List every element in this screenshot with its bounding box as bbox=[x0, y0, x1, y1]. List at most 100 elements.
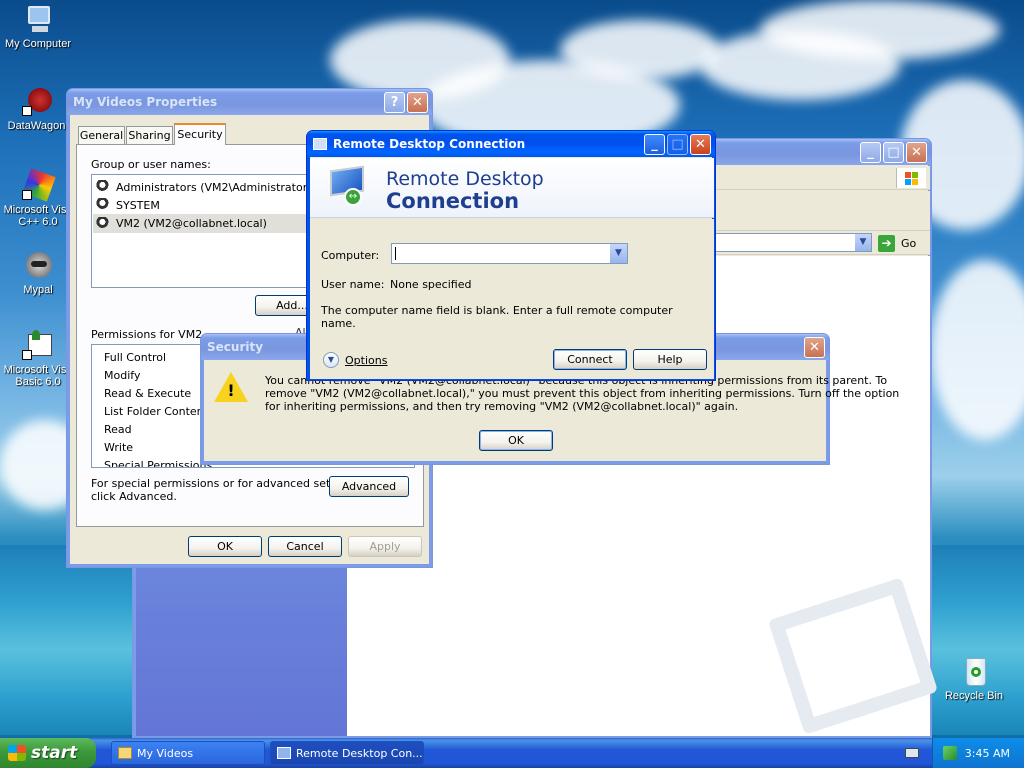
clock[interactable]: 3:45 AM bbox=[965, 747, 1010, 760]
permission-item: List Folder Contents bbox=[104, 405, 214, 418]
recycle-bin-icon bbox=[958, 656, 990, 688]
options-expand-icon: ▼ bbox=[323, 352, 339, 368]
rdc-icon bbox=[277, 747, 291, 759]
tab-label: Security bbox=[177, 128, 223, 141]
visual-cpp-icon bbox=[22, 168, 56, 202]
close-icon[interactable]: ✕ bbox=[407, 91, 428, 113]
help-button[interactable]: Help bbox=[633, 349, 707, 370]
keyboard-icon[interactable] bbox=[905, 748, 919, 758]
tab-label: Sharing bbox=[128, 129, 171, 142]
rdc-title-icon bbox=[313, 138, 327, 150]
permission-item: Full Control bbox=[104, 351, 167, 364]
desktop-icon-label: Mypal bbox=[23, 284, 53, 296]
add-button-label: Add... bbox=[276, 299, 308, 312]
go-label: Go bbox=[901, 236, 917, 250]
desktop-icon-visual-cpp[interactable]: Microsoft Visu C++ 6.0 bbox=[0, 168, 76, 228]
taskbar: start My Videos Remote Desktop Con... 3:… bbox=[0, 738, 1024, 768]
chevron-down-icon[interactable]: ▼ bbox=[855, 234, 871, 251]
user-name-label: User name: bbox=[321, 278, 385, 291]
desktop-icon-label: Microsoft Visu Basic 6.0 bbox=[3, 364, 73, 388]
desktop-icon-mypal[interactable]: Mypal bbox=[0, 250, 76, 296]
security-ok-label: OK bbox=[508, 434, 524, 447]
connect-button[interactable]: Connect bbox=[553, 349, 627, 370]
taskbar-item-label: My Videos bbox=[137, 746, 194, 760]
close-icon[interactable]: ✕ bbox=[906, 141, 927, 163]
list-item-label: Administrators (VM2\Administrators) bbox=[116, 180, 318, 194]
taskbar-item-label: Remote Desktop Con... bbox=[296, 746, 423, 760]
user-name-value: None specified bbox=[390, 278, 472, 291]
warning-icon-mark: ! bbox=[227, 381, 235, 400]
list-item-label: VM2 (VM2@collabnet.local) bbox=[116, 217, 267, 230]
tab-general[interactable]: General bbox=[78, 126, 125, 144]
security-message-line-2: remove "VM2 (VM2@collabnet.local)," you … bbox=[265, 387, 900, 400]
security-message-line-3: for inheriting permissions, and then try… bbox=[265, 400, 739, 413]
users-icon bbox=[96, 198, 112, 212]
desktop-icon-datawagon[interactable]: DataWagon. bbox=[0, 86, 76, 132]
advanced-button-label: Advanced bbox=[341, 480, 397, 493]
advanced-text-2: click Advanced. bbox=[91, 490, 177, 503]
users-icon bbox=[96, 180, 112, 194]
desktop-icon-label: My Computer bbox=[4, 38, 72, 50]
info-line-2: name. bbox=[321, 317, 356, 330]
tab-label: General bbox=[79, 129, 124, 142]
minimize-icon[interactable]: _ bbox=[644, 133, 665, 155]
rdc-banner-line-2: Connection bbox=[386, 189, 520, 213]
desktop-icon-label: Microsoft Visu C++ 6.0 bbox=[3, 204, 73, 228]
chevron-down-icon[interactable]: ▼ bbox=[610, 244, 627, 263]
list-item[interactable]: SYSTEM bbox=[96, 196, 160, 214]
mypal-icon bbox=[22, 250, 54, 282]
text-caret bbox=[395, 247, 396, 260]
start-button[interactable]: start bbox=[0, 738, 96, 768]
datawagon-icon bbox=[22, 86, 54, 118]
permission-item: Modify bbox=[104, 369, 141, 382]
options-label: Options bbox=[345, 353, 388, 367]
properties-title: My Videos Properties bbox=[73, 95, 218, 109]
apply-button-label: Apply bbox=[369, 540, 401, 553]
permission-item: Read & Execute bbox=[104, 387, 192, 400]
start-label: start bbox=[31, 743, 78, 763]
tab-security[interactable]: Security bbox=[174, 123, 226, 145]
close-icon[interactable]: ✕ bbox=[690, 133, 711, 155]
apply-button[interactable]: Apply bbox=[348, 536, 422, 557]
permissions-label: Permissions for VM2 bbox=[91, 328, 203, 341]
properties-titlebar: My Videos Properties ? ✕ bbox=[67, 89, 432, 115]
permission-item: Read bbox=[104, 423, 132, 436]
system-tray: 3:45 AM bbox=[932, 738, 1024, 768]
network-icon[interactable] bbox=[943, 746, 957, 760]
cancel-button[interactable]: Cancel bbox=[268, 536, 342, 557]
user-icon bbox=[96, 216, 112, 231]
tab-sharing[interactable]: Sharing bbox=[126, 126, 173, 144]
rdc-banner: ↔ Remote Desktop Connection bbox=[310, 158, 714, 218]
permission-item: Special Permissions bbox=[104, 459, 213, 468]
security-ok-button[interactable]: OK bbox=[479, 430, 553, 451]
visual-basic-icon bbox=[22, 330, 54, 362]
go-button[interactable]: ➔ Go bbox=[878, 234, 916, 252]
connect-button-label: Connect bbox=[567, 353, 613, 366]
desktop-icon-recycle-bin[interactable]: Recycle Bin bbox=[936, 656, 1012, 702]
rdc-title: Remote Desktop Connection bbox=[333, 137, 526, 151]
filmstrip-watermark bbox=[767, 577, 939, 735]
minimize-icon[interactable]: _ bbox=[860, 141, 881, 163]
desktop-icon-my-computer[interactable]: My Computer bbox=[0, 4, 76, 50]
desktop-icon-visual-basic[interactable]: Microsoft Visu Basic 6.0 bbox=[0, 330, 76, 388]
maximize-icon[interactable]: □ bbox=[883, 141, 904, 163]
group-label: Group or user names: bbox=[91, 158, 211, 171]
rdc-window: Remote Desktop Connection _ □ ✕ ↔ Remote… bbox=[306, 130, 716, 381]
list-item[interactable]: Administrators (VM2\Administrators) bbox=[96, 178, 317, 196]
help-button-label: Help bbox=[657, 353, 683, 366]
go-arrow-icon: ➔ bbox=[878, 234, 895, 252]
ok-button-label: OK bbox=[217, 540, 233, 553]
windows-logo-icon bbox=[896, 168, 926, 188]
rdc-banner-line-1: Remote Desktop bbox=[386, 168, 544, 190]
advanced-button[interactable]: Advanced bbox=[329, 476, 409, 497]
maximize-icon[interactable]: □ bbox=[667, 133, 688, 155]
help-icon[interactable]: ? bbox=[384, 91, 405, 113]
ok-button[interactable]: OK bbox=[188, 536, 262, 557]
rdc-titlebar: Remote Desktop Connection _ □ ✕ bbox=[307, 131, 715, 157]
computer-input[interactable]: ▼ bbox=[391, 243, 628, 264]
list-item-label: SYSTEM bbox=[116, 198, 160, 212]
taskbar-item-my-videos[interactable]: My Videos bbox=[111, 741, 265, 765]
close-icon[interactable]: ✕ bbox=[804, 336, 825, 358]
options-toggle[interactable]: ▼ Options bbox=[323, 351, 387, 369]
taskbar-item-remote-desktop[interactable]: Remote Desktop Con... bbox=[270, 741, 424, 765]
